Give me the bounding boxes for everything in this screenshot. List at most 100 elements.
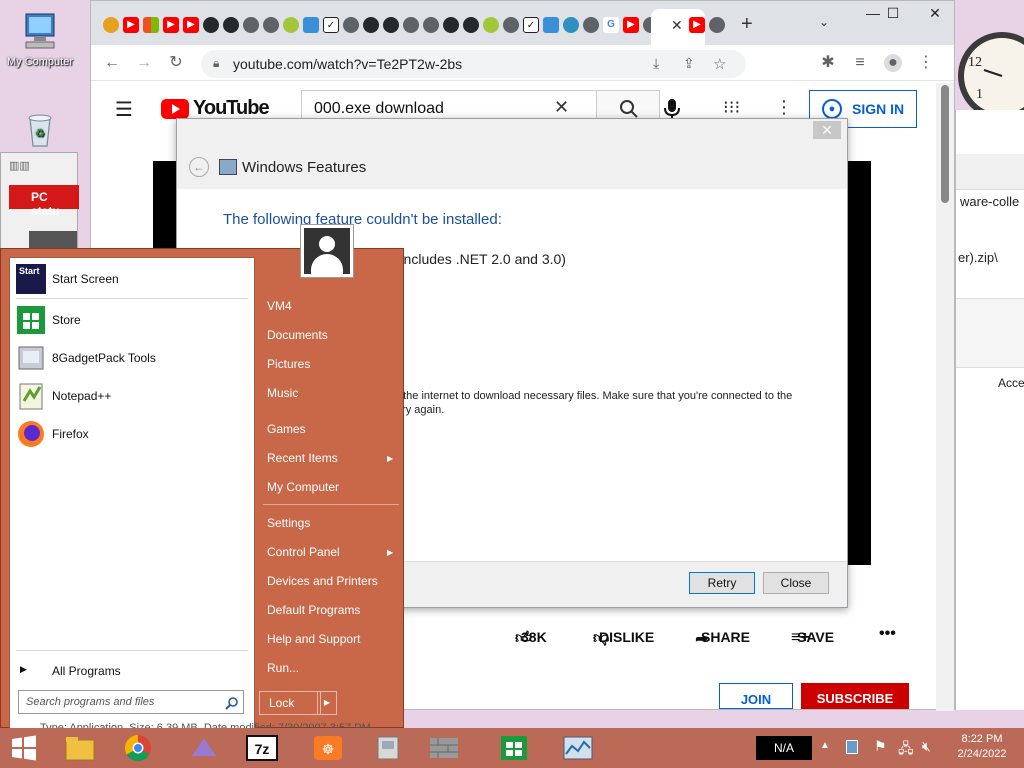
file-explorer-icon[interactable]: [62, 732, 98, 764]
start-item-firefox[interactable]: Firefox: [16, 417, 248, 451]
tab-favicon-github-icon[interactable]: [463, 17, 479, 33]
tab-favicon-android-icon[interactable]: [283, 17, 299, 33]
close-button[interactable]: Close: [763, 572, 829, 594]
start-link-default-programs[interactable]: Default Programs: [267, 603, 360, 617]
start-link-my-computer[interactable]: My Computer: [267, 480, 339, 494]
action-center-flag-icon[interactable]: ⚑: [874, 738, 887, 755]
tab-close-icon[interactable]: ✕: [671, 17, 683, 34]
installer-icon[interactable]: [370, 732, 406, 764]
hamburger-menu-icon[interactable]: ☰: [115, 97, 133, 122]
subscribe-button[interactable]: SUBSCRIBE: [801, 683, 909, 709]
lock-button[interactable]: Lock: [259, 691, 321, 715]
start-link-games[interactable]: Games: [267, 422, 306, 436]
extensions-puzzle-icon[interactable]: ✱: [819, 54, 837, 72]
profile-avatar-icon[interactable]: ●: [884, 54, 902, 72]
tab-favicon-globe-icon[interactable]: [263, 17, 279, 33]
tray-show-hidden-icon[interactable]: ▲: [820, 740, 830, 751]
store-taskbar-icon[interactable]: [496, 732, 532, 764]
tab-favicon-check-icon[interactable]: ✓: [523, 17, 539, 33]
youtube-logo-icon[interactable]: [161, 99, 189, 119]
retry-button[interactable]: Retry: [689, 572, 755, 594]
tab-favicon-globe-icon[interactable]: [503, 17, 519, 33]
tab-favicon-github-icon[interactable]: [203, 17, 219, 33]
wall-app-icon[interactable]: [426, 732, 462, 764]
tab-strip[interactable]: ▶ ▶ ▶ ✓ ✓ G ▶ ✕ ▶ + ⌄ — ☐ ✕: [91, 1, 954, 45]
share-icon[interactable]: ⇪: [683, 55, 695, 72]
app-triangle-icon[interactable]: [186, 732, 222, 764]
tab-favicon-github-icon[interactable]: [443, 17, 459, 33]
back-arrow-icon[interactable]: ←: [103, 54, 121, 72]
start-link-control-panel[interactable]: Control Panel: [267, 545, 340, 559]
dialog-close-icon[interactable]: ✕: [813, 121, 841, 139]
tray-status-label[interactable]: N/A: [756, 736, 812, 760]
start-link-run[interactable]: Run...: [267, 661, 299, 675]
start-item-start-screen[interactable]: Start Start Screen: [16, 262, 248, 296]
join-button[interactable]: JOIN: [719, 683, 793, 709]
start-link-pictures[interactable]: Pictures: [267, 357, 310, 371]
tab-favicon-youtube-icon[interactable]: ▶: [163, 17, 179, 33]
more-actions-icon[interactable]: •••: [879, 625, 896, 643]
bookmark-star-icon[interactable]: ☆: [713, 55, 726, 73]
network-icon[interactable]: 🖧︎: [898, 738, 914, 762]
settings-more-icon[interactable]: ⋮: [775, 97, 793, 118]
tray-device-icon[interactable]: [846, 740, 858, 754]
tab-favicon-globe-icon[interactable]: [423, 17, 439, 33]
tab-favicon-youtube-icon[interactable]: ▶: [623, 17, 639, 33]
volume-muted-icon[interactable]: 🔇︎: [922, 738, 931, 755]
tab-favicon-google-icon[interactable]: G: [603, 17, 619, 33]
clear-search-icon[interactable]: ✕: [554, 97, 569, 118]
start-link-devices-and-printers[interactable]: Devices and Printers: [267, 574, 378, 588]
media-queue-icon[interactable]: ≡: [851, 54, 869, 72]
start-link-settings[interactable]: Settings: [267, 516, 310, 530]
youtube-logo-text[interactable]: YouTube: [193, 97, 270, 120]
performance-monitor-icon[interactable]: [560, 732, 596, 764]
tab-search-chevron-down-icon[interactable]: ⌄: [819, 15, 829, 29]
tab-favicon-shield-icon[interactable]: [303, 17, 319, 33]
tab-favicon-globe-icon[interactable]: [343, 17, 359, 33]
xampp-icon[interactable]: ☸: [310, 732, 346, 764]
tab-favicon-github-icon[interactable]: [383, 17, 399, 33]
windows-start-icon[interactable]: [6, 732, 42, 764]
maximize-button[interactable]: ☐: [871, 5, 915, 23]
background-window-explorer[interactable]: ware-colle er).zip\ Acce: [955, 110, 1024, 710]
tab-favicon-1[interactable]: [103, 17, 119, 33]
tab-favicon-shield-icon[interactable]: [543, 17, 559, 33]
lock-icon[interactable]: 🔒︎: [213, 56, 219, 71]
start-item-8gadgetpack-tools[interactable]: 8GadgetPack Tools: [16, 341, 248, 375]
tab-favicon-youtube-icon[interactable]: ▶: [183, 17, 199, 33]
start-link-help-and-support[interactable]: Help and Support: [267, 632, 360, 646]
install-icon[interactable]: ⤓: [653, 55, 659, 72]
scroll-thumb[interactable]: [941, 85, 949, 203]
tab-favicon-youtube-icon[interactable]: ▶: [689, 17, 705, 33]
tab-favicon-globe-icon[interactable]: [403, 17, 419, 33]
user-avatar[interactable]: [300, 224, 354, 278]
apps-grid-icon[interactable]: ⁝⁝⁝: [723, 97, 740, 118]
chrome-icon[interactable]: [120, 732, 156, 764]
close-window-button[interactable]: ✕: [913, 5, 957, 23]
tab-favicon-chrome-icon[interactable]: [583, 17, 599, 33]
tab-favicon-chrome-icon[interactable]: [709, 17, 725, 33]
desktop-icon-my-computer[interactable]: My Computer: [0, 10, 80, 68]
start-item-store[interactable]: Store: [16, 303, 248, 337]
taskbar-clock[interactable]: 8:22 PM 2/24/2022: [944, 732, 1020, 762]
start-link-vm4[interactable]: VM4: [267, 299, 292, 313]
background-window-pc-status[interactable]: ▥▥ PC statu: [0, 152, 79, 252]
reload-icon[interactable]: ↻: [167, 54, 185, 72]
all-programs-button[interactable]: ▶ All Programs: [16, 654, 248, 688]
new-tab-button[interactable]: +: [741, 13, 753, 36]
start-link-documents[interactable]: Documents: [267, 328, 328, 342]
page-scrollbar[interactable]: [936, 83, 954, 711]
start-item-notepad-plus-plus[interactable]: Notepad++: [16, 379, 248, 413]
start-link-recent-items[interactable]: Recent Items: [267, 451, 338, 465]
address-bar[interactable]: 🔒︎ youtube.com/watch?v=Te2PT2w-2bs ☆ ⇪ ⤓: [201, 50, 746, 78]
tab-favicon-globe-icon[interactable]: [243, 17, 259, 33]
desktop-icon-recycle-bin[interactable]: ♻: [0, 110, 80, 152]
tab-favicon-check-icon[interactable]: ✓: [323, 17, 339, 33]
clock-gadget[interactable]: 12 1: [954, 30, 1024, 120]
tab-favicon-github-icon[interactable]: [223, 17, 239, 33]
start-search-input[interactable]: Search programs and files: [18, 690, 244, 714]
7zip-icon[interactable]: 7z: [244, 732, 280, 764]
tab-favicon-microsoft-icon[interactable]: [143, 17, 159, 33]
chrome-menu-icon[interactable]: ⋮: [917, 54, 935, 72]
back-arrow-icon[interactable]: ←: [189, 157, 209, 177]
